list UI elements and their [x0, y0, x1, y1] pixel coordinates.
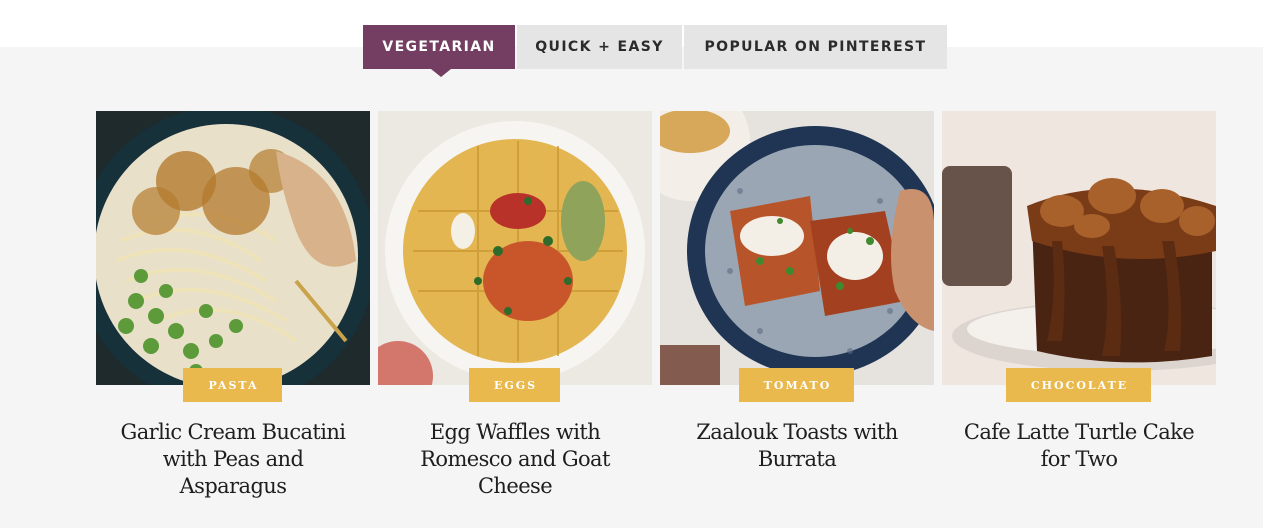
- recipe-title[interactable]: Cafe Latte Turtle Cake for Two: [942, 419, 1216, 473]
- recipe-photo[interactable]: [660, 111, 934, 385]
- category-badge[interactable]: TOMATO: [739, 368, 854, 402]
- recipe-card-zaalouk-toasts[interactable]: TOMATO Zaalouk Toasts with Burrata: [660, 111, 934, 511]
- recipe-title-line: with Peas and: [162, 447, 304, 471]
- recipe-photo[interactable]: [942, 111, 1216, 385]
- recipe-title-line: Asparagus: [179, 474, 287, 498]
- recipe-title[interactable]: Egg Waffles with Romesco and Goat Cheese: [378, 419, 652, 500]
- recipe-title-line: Cheese: [477, 474, 553, 498]
- recipe-title-line: Zaalouk Toasts with: [696, 420, 898, 444]
- recipe-photo[interactable]: [96, 111, 370, 385]
- recipe-title[interactable]: Garlic Cream Bucatini with Peas and Aspa…: [96, 419, 370, 500]
- recipe-title-line: Egg Waffles with: [429, 420, 601, 444]
- category-badge[interactable]: EGGS: [469, 368, 560, 402]
- recipe-title-line: Burrata: [757, 447, 837, 471]
- recipe-title-line: Garlic Cream Bucatini: [120, 420, 346, 444]
- recipe-photo[interactable]: [378, 111, 652, 385]
- recipe-card-garlic-cream-bucatini[interactable]: PASTA Garlic Cream Bucatini with Peas an…: [96, 111, 370, 511]
- tab-quick-easy[interactable]: QUICK + EASY: [517, 25, 682, 69]
- tab-vegetarian[interactable]: VEGETARIAN: [363, 25, 515, 77]
- recipe-title[interactable]: Zaalouk Toasts with Burrata: [660, 419, 934, 473]
- category-tabs: VEGETARIAN QUICK + EASY POPULAR ON PINTE…: [363, 25, 947, 77]
- recipe-title-line: Romesco and Goat: [420, 447, 610, 471]
- recipe-title-line: Cafe Latte Turtle Cake: [963, 420, 1195, 444]
- recipe-title-line: for Two: [1040, 447, 1118, 471]
- recipe-card-egg-waffles[interactable]: EGGS Egg Waffles with Romesco and Goat C…: [378, 111, 652, 511]
- tab-popular-on-pinterest[interactable]: POPULAR ON PINTEREST: [684, 25, 947, 69]
- recipe-card-cafe-latte-turtle-cake[interactable]: CHOCOLATE Cafe Latte Turtle Cake for Two: [942, 111, 1216, 511]
- category-badge[interactable]: PASTA: [183, 368, 282, 402]
- category-badge[interactable]: CHOCOLATE: [1006, 368, 1151, 402]
